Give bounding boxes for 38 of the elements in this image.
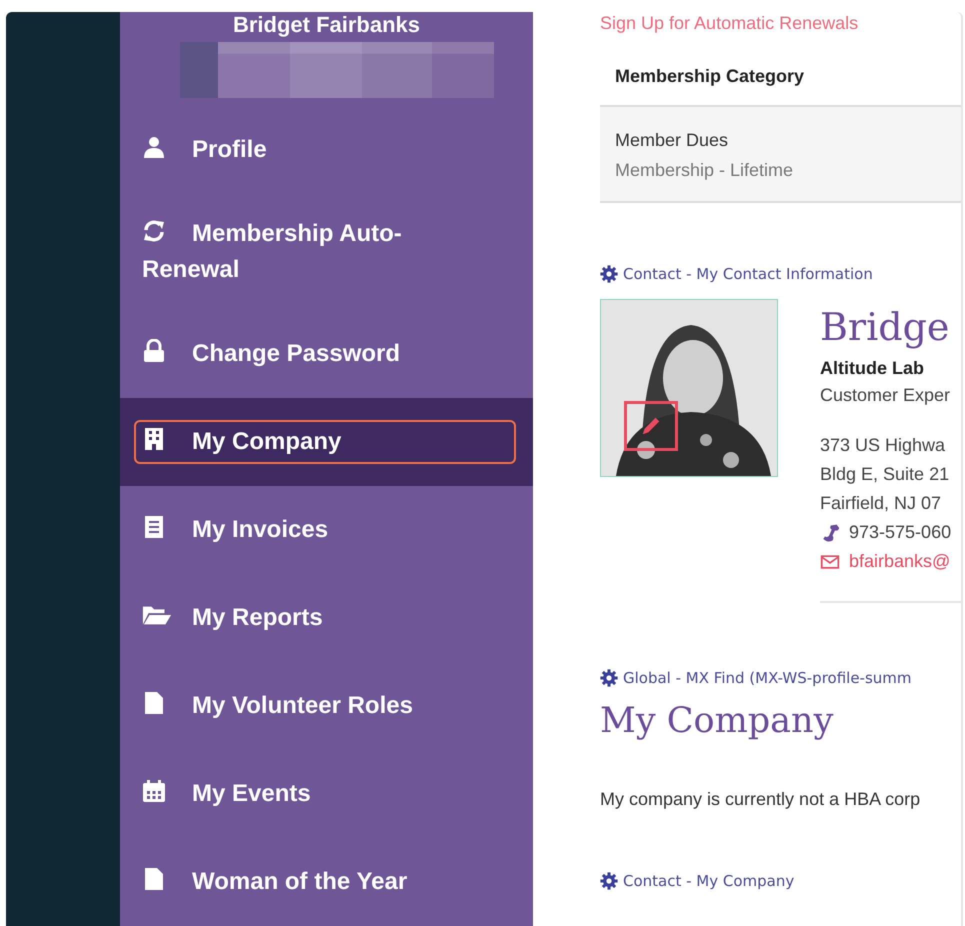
settings-icon (600, 669, 618, 687)
dues-subtitle: Membership - Lifetime (615, 159, 794, 182)
pencil-icon (640, 415, 662, 437)
nav-item[interactable]: My Reports (134, 596, 440, 640)
address-line: Bldg E, Suite 21 (820, 463, 950, 486)
lock-icon (142, 339, 166, 363)
nav-item[interactable]: My Invoices (134, 508, 440, 552)
calendar-icon (142, 779, 166, 803)
nav-item[interactable]: Profile (134, 128, 440, 172)
settings-icon (600, 872, 618, 890)
nav-item[interactable]: My Company (134, 420, 516, 464)
address-line: 373 US Highwa (820, 434, 946, 457)
email-link[interactable]: bfairbanks@ (849, 547, 950, 576)
user-name: Bridget Fairbanks (232, 12, 420, 38)
dues-title: Member Dues (615, 129, 730, 152)
company-name: Altitude Lab (820, 357, 925, 380)
nav-item[interactable]: My Volunteer Roles (134, 684, 440, 728)
job-title: Customer Exper (820, 384, 952, 407)
contact-name: Bridge (820, 304, 950, 351)
company-status-text: My company is currently not a HBA corp (600, 789, 922, 810)
section-link[interactable]: Global - MX Find (MX-WS-profile-summ (600, 669, 961, 687)
nav-item[interactable]: My Events (134, 772, 440, 816)
user-icon (142, 135, 166, 159)
settings-icon (600, 265, 618, 283)
sync-icon (142, 219, 166, 243)
receipt-icon (142, 515, 166, 539)
nav-item[interactable]: Membership Auto-Renewal (134, 212, 440, 292)
nav-item[interactable]: Change Password (134, 332, 440, 376)
address-line: Fairfield, NJ 07 (820, 492, 942, 515)
building-icon (142, 427, 166, 451)
edit-button[interactable] (624, 401, 678, 451)
file-icon (142, 691, 166, 715)
file-icon (142, 867, 166, 891)
phone-number: 973-575-060 (849, 521, 952, 544)
section-link[interactable]: Contact - My Contact Information (600, 265, 961, 283)
nav-item[interactable]: Woman of the Year (134, 860, 440, 904)
section-link[interactable]: Contact - My Company (600, 872, 961, 890)
section-title: My Company (600, 700, 834, 743)
